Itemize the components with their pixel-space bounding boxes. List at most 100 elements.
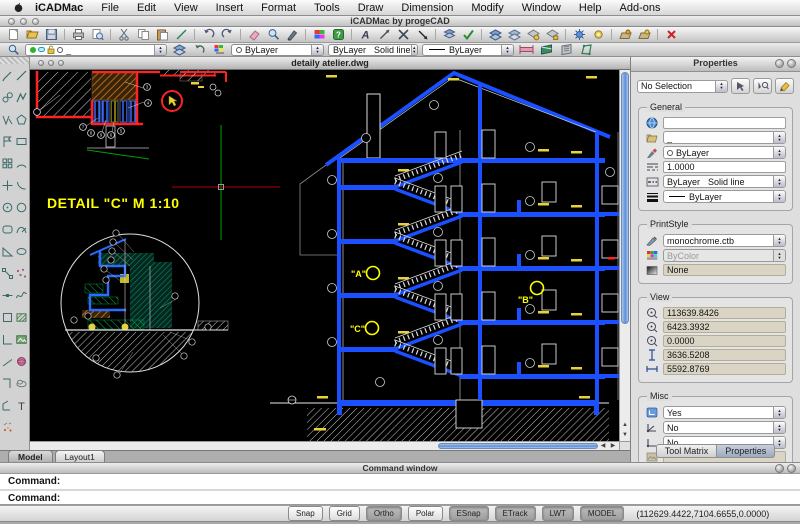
menu-help[interactable]: Help [570, 2, 611, 14]
tab-tool-matrix[interactable]: Tool Matrix [656, 444, 718, 458]
palette-grip[interactable] [0, 57, 29, 64]
tool-rounded-rect-icon[interactable] [1, 218, 15, 240]
print-button[interactable] [70, 28, 86, 42]
horizontal-scrollbar[interactable]: ◀ ▶ [30, 441, 619, 450]
match-paint-button[interactable] [775, 78, 794, 94]
menu-edit[interactable]: Edit [128, 2, 165, 14]
tool-multipoint-icon[interactable] [1, 108, 15, 130]
tools-cross-button[interactable] [395, 28, 411, 42]
tool-array-icon[interactable] [1, 152, 15, 174]
command-collapse-button[interactable] [775, 464, 784, 473]
scroll-right-icon[interactable]: ▶ [608, 442, 618, 450]
command-close-button[interactable] [787, 464, 796, 473]
tool-flag-icon[interactable] [1, 130, 15, 152]
tool-hatch-icon[interactable] [15, 306, 29, 328]
horizontal-scroll-thumb[interactable] [438, 443, 598, 449]
tool-chamfer-icon[interactable] [1, 394, 15, 416]
misc-combo-2[interactable]: No ▲▼ [663, 421, 786, 434]
menu-window[interactable]: Window [513, 2, 570, 14]
tab-properties[interactable]: Properties [717, 444, 775, 458]
undo-button[interactable] [200, 28, 216, 42]
plan-view-button[interactable] [558, 43, 574, 57]
status-esnap-button[interactable]: ESnap [449, 506, 489, 521]
linetype-combo-prop[interactable]: ByLayer Solid line ▲▼ [663, 175, 786, 188]
properties-panel-header[interactable]: Properties [631, 57, 800, 72]
pen-edit-button[interactable] [284, 28, 300, 42]
layer-manager-button[interactable] [5, 43, 21, 57]
combo-stepper[interactable]: ▲▼ [773, 407, 785, 418]
status-ortho-button[interactable]: Ortho [366, 506, 402, 521]
tool-move-icon[interactable] [1, 174, 15, 196]
tool-arc-icon[interactable] [15, 152, 29, 174]
copy-button[interactable] [135, 28, 151, 42]
tool-line-icon[interactable] [15, 64, 29, 86]
combo-stepper[interactable]: ▲▼ [773, 147, 785, 158]
vertical-scroll-thumb[interactable] [621, 72, 629, 324]
dimension-style-button[interactable] [518, 43, 534, 57]
tool-node-edit-icon[interactable] [1, 262, 15, 284]
tool-circle-icon[interactable] [15, 196, 29, 218]
menu-addons[interactable]: Add-ons [611, 2, 670, 14]
pan-arrow-button[interactable] [414, 28, 430, 42]
scroll-up-icon[interactable]: ▲ [620, 420, 630, 430]
menu-view[interactable]: View [165, 2, 207, 14]
check-standards-button[interactable] [460, 28, 476, 42]
tab-layout1[interactable]: Layout1 [55, 450, 105, 462]
tool-image-icon[interactable] [15, 328, 29, 350]
zoom-button[interactable] [265, 28, 281, 42]
menu-insert[interactable]: Insert [207, 2, 253, 14]
layer-previous-state-button[interactable] [191, 43, 207, 57]
color-combo-prop[interactable]: ByLayer ▲▼ [663, 146, 786, 159]
panel-close-button[interactable] [787, 59, 796, 68]
combo-stepper[interactable]: ▲▼ [501, 45, 513, 55]
combo-stepper[interactable]: ▲▼ [154, 45, 166, 55]
drawing-title-bar[interactable]: detaily atelier.dwg [30, 57, 630, 70]
combo-stepper[interactable]: ▲▼ [411, 45, 417, 55]
status-model-button[interactable]: MODEL [580, 506, 624, 521]
open-file-button[interactable] [24, 28, 40, 42]
area-tool-button[interactable] [578, 43, 594, 57]
color-manager-button[interactable] [211, 43, 227, 57]
selection-combo[interactable]: No Selection ▲▼ [637, 80, 728, 93]
menu-dimension[interactable]: Dimension [392, 2, 462, 14]
tool-rectangle-icon[interactable] [15, 130, 29, 152]
scroll-down-icon[interactable]: ▼ [620, 430, 630, 440]
layer-settings-button[interactable] [571, 28, 587, 42]
tool-arc3-icon[interactable] [15, 174, 29, 196]
layer-states-button[interactable] [171, 43, 187, 57]
move-view-button[interactable] [376, 28, 392, 42]
tool-node-insert-icon[interactable] [1, 284, 15, 306]
color-combo[interactable]: ByLayer ▲▼ [231, 44, 324, 56]
tab-model[interactable]: Model [8, 450, 53, 462]
status-lwt-button[interactable]: LWT [542, 506, 574, 521]
layer-select-combo[interactable]: _ ▲▼ [25, 44, 167, 56]
layer-unisolate-button[interactable] [636, 28, 652, 42]
combo-stepper[interactable]: ▲▼ [773, 235, 785, 246]
apple-menu-icon[interactable] [10, 1, 26, 15]
linetype-combo[interactable]: ByLayer Solid line ▲▼ [328, 44, 418, 56]
scroll-left-icon[interactable]: ◀ [598, 442, 608, 450]
misc-combo-1[interactable]: Yes ▲▼ [663, 406, 786, 419]
tool-spray-icon[interactable] [1, 416, 15, 438]
tool-points-icon[interactable] [15, 262, 29, 284]
tool-circle-center-icon[interactable] [1, 196, 15, 218]
layer-lock-button[interactable] [544, 28, 560, 42]
printstyle-combo[interactable]: monochrome.ctb ▲▼ [663, 234, 786, 247]
tool-corner2-icon[interactable] [1, 372, 15, 394]
menu-modify[interactable]: Modify [462, 2, 512, 14]
vertical-scrollbar[interactable]: ▲ ▼ [619, 70, 630, 441]
status-polar-button[interactable]: Polar [408, 506, 443, 521]
color-palette-button[interactable] [311, 28, 327, 42]
tool-polyline-icon[interactable] [15, 86, 29, 108]
layer-combo-prop[interactable]: _ ▲▼ [663, 131, 786, 144]
tool-square-icon[interactable] [1, 306, 15, 328]
tool-pencil-icon[interactable] [1, 64, 15, 86]
command-window-title-bar[interactable]: Command window [0, 462, 800, 474]
tool-linked-circles-icon[interactable] [1, 86, 15, 108]
print-preview-button[interactable] [89, 28, 105, 42]
tool-polygon-icon[interactable] [15, 108, 29, 130]
match-properties-button[interactable] [173, 28, 189, 42]
lineweight-combo[interactable]: ByLayer ▲▼ [422, 44, 514, 56]
panel-collapse-button[interactable] [775, 59, 784, 68]
layer-isolate-button[interactable] [617, 28, 633, 42]
